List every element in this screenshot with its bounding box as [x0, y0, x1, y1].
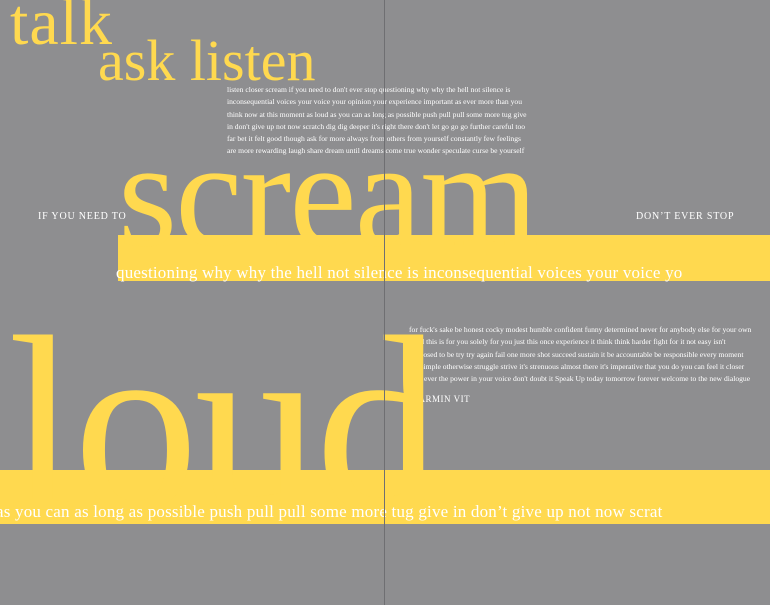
paragraph-right: for fuck's sake be honest cocky modest h…: [409, 325, 752, 384]
caption-right: DON’T EVER STOP: [636, 211, 735, 222]
poster-spread: talk ask listen listen closer scream if …: [0, 0, 770, 605]
center-fold-line: [384, 0, 385, 605]
headline-scream: scream: [118, 110, 538, 278]
headline-ask-listen: ask listen: [98, 28, 316, 93]
caption-left: IF YOU NEED TO: [38, 211, 127, 222]
text-strip-top: questioning why why the hell not silence…: [116, 263, 683, 282]
text-strip-bottom: as you can as long as possible push pull…: [0, 502, 663, 521]
